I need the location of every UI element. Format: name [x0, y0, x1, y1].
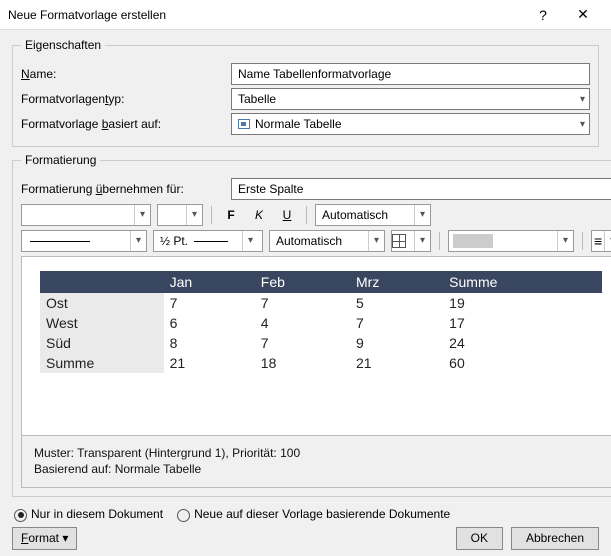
- bottom-bar: Format ▾ OK Abbrechen: [12, 527, 599, 550]
- name-label: Name:: [21, 67, 231, 81]
- table-row: West64717: [40, 313, 602, 333]
- separator: [582, 232, 583, 250]
- scope-radios: Nur in diesem Dokument Neue auf dieser V…: [14, 507, 597, 521]
- applyto-select[interactable]: Erste Spalte ▾: [231, 178, 611, 200]
- bold-button[interactable]: F: [220, 204, 242, 226]
- titlebar: Neue Formatvorlage erstellen ? ✕: [0, 0, 611, 30]
- basedon-select[interactable]: Normale Tabelle ▾: [231, 113, 590, 135]
- close-button[interactable]: ✕: [563, 6, 603, 23]
- radio-new-documents[interactable]: Neue auf dieser Vorlage basierende Dokum…: [177, 507, 450, 521]
- type-label: Formatvorlagentyp:: [21, 92, 231, 106]
- alignment-button[interactable]: ≡ ▾: [591, 230, 611, 252]
- fill-swatch: [453, 234, 493, 248]
- radio-icon: [14, 509, 27, 522]
- radio-icon: [177, 509, 190, 522]
- separator: [211, 206, 212, 224]
- properties-group: Eigenschaften Name: Formatvorlagentyp: T…: [12, 38, 599, 147]
- borders-button[interactable]: ▾: [391, 230, 431, 252]
- style-description: Muster: Transparent (Hintergrund 1), Pri…: [21, 435, 611, 488]
- formatting-legend: Formatierung: [21, 153, 100, 167]
- line-color-select[interactable]: Automatisch ▾: [269, 230, 385, 252]
- underline-button[interactable]: U: [276, 204, 298, 226]
- fill-color-select[interactable]: ▾: [448, 230, 574, 252]
- table-row: Süd87924: [40, 333, 602, 353]
- type-select[interactable]: Tabelle ▾: [231, 88, 590, 110]
- align-icon: ≡: [594, 234, 602, 248]
- table-header-row: Jan Feb Mrz Summe: [40, 271, 602, 293]
- table-row: Summe21182160: [40, 353, 602, 373]
- help-button[interactable]: ?: [523, 7, 563, 23]
- chevron-down-icon: ▾: [580, 119, 585, 130]
- preview-pane: Jan Feb Mrz Summe Ost77519 West64717 Süd…: [21, 256, 611, 436]
- border-toolbar: ▾ ½ Pt. ▾ Automatisch ▾ ▾ ▾ ≡ ▾: [21, 230, 611, 252]
- radio-this-document[interactable]: Nur in diesem Dokument: [14, 507, 163, 521]
- font-toolbar: ▾ ▾ F K U Automatisch ▾: [21, 204, 611, 226]
- ok-button[interactable]: OK: [456, 527, 503, 550]
- window-title: Neue Formatvorlage erstellen: [8, 8, 523, 22]
- line-weight-select[interactable]: ½ Pt. ▾: [153, 230, 263, 252]
- table-row: Ost77519: [40, 293, 602, 313]
- table-icon: [238, 119, 250, 129]
- format-button[interactable]: Format ▾: [12, 527, 77, 550]
- separator: [306, 206, 307, 224]
- preview-table: Jan Feb Mrz Summe Ost77519 West64717 Süd…: [40, 271, 602, 373]
- cancel-button[interactable]: Abbrechen: [511, 527, 599, 550]
- separator: [439, 232, 440, 250]
- font-size-select[interactable]: ▾: [157, 204, 203, 226]
- applyto-label: Formatierung übernehmen für:: [21, 182, 231, 196]
- name-input[interactable]: [231, 63, 590, 85]
- italic-button[interactable]: K: [248, 204, 270, 226]
- borders-icon: [392, 234, 406, 248]
- font-family-select[interactable]: ▾: [21, 204, 151, 226]
- basedon-label: Formatvorlage basiert auf:: [21, 117, 231, 131]
- line-style-select[interactable]: ▾: [21, 230, 147, 252]
- chevron-down-icon: ▾: [580, 94, 585, 105]
- font-color-select[interactable]: Automatisch ▾: [315, 204, 431, 226]
- properties-legend: Eigenschaften: [21, 38, 105, 52]
- formatting-group: Formatierung Formatierung übernehmen für…: [12, 153, 611, 497]
